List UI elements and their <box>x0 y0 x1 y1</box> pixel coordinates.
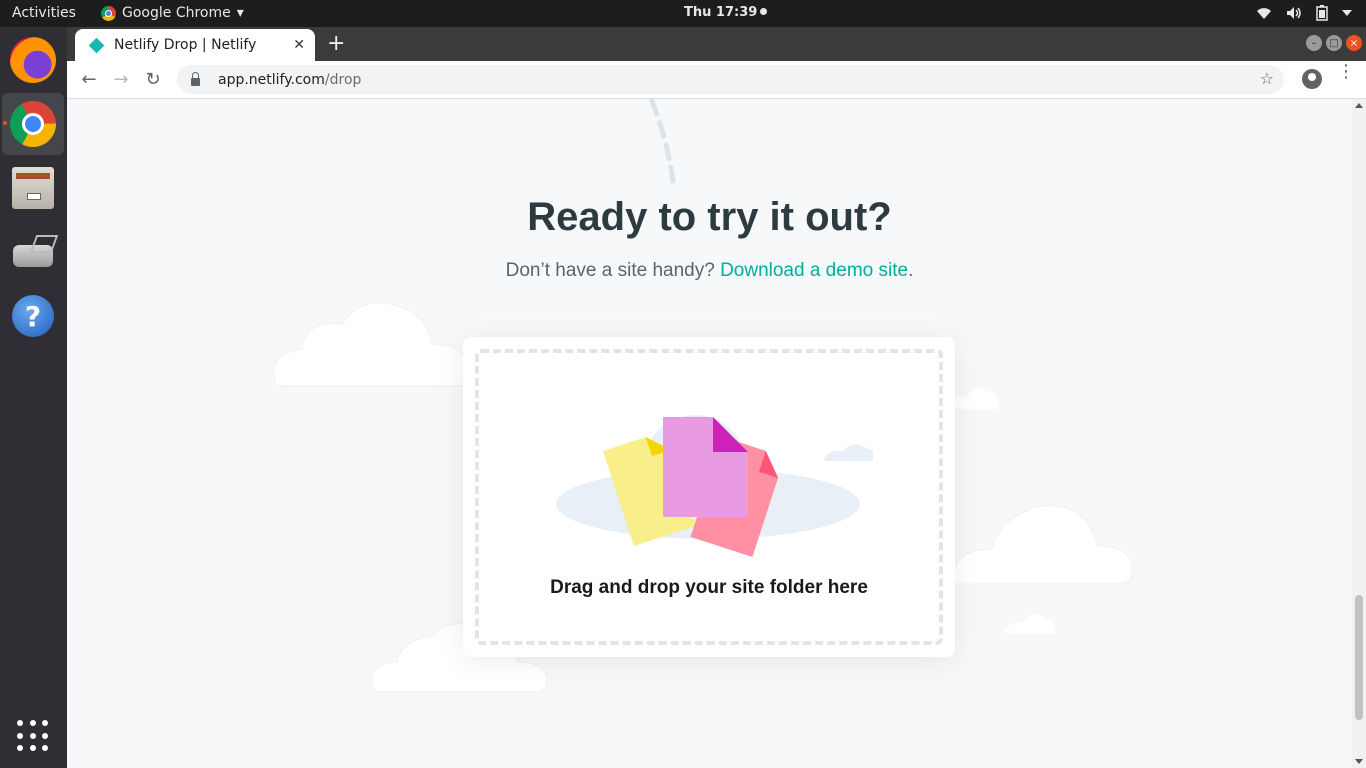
profile-avatar-icon[interactable] <box>1302 69 1322 89</box>
chrome-icon <box>101 5 116 21</box>
netlify-favicon-icon <box>88 37 105 53</box>
tab-title: Netlify Drop | Netlify <box>114 37 257 53</box>
window-controls: – □ × <box>1306 35 1362 51</box>
reload-button[interactable]: ↻ <box>141 67 165 91</box>
chrome-window: Netlify Drop | Netlify ✕ + – □ × ← → ↻ a… <box>67 27 1366 768</box>
system-menu-icon <box>1342 10 1352 16</box>
subheading-period: . <box>908 260 914 281</box>
tab-netlify-drop[interactable]: Netlify Drop | Netlify ✕ <box>75 29 315 61</box>
subheading-text: Don’t have a site handy? <box>505 260 721 281</box>
bookmark-star-icon[interactable]: ☆ <box>1260 69 1274 88</box>
lock-icon[interactable] <box>191 71 200 86</box>
system-tray[interactable] <box>1256 5 1352 21</box>
cloud-tiny-right-decoration <box>1003 614 1056 633</box>
url-path: /drop <box>324 71 362 88</box>
close-tab-icon[interactable]: ✕ <box>293 37 305 53</box>
scroll-down-icon[interactable] <box>1355 759 1363 764</box>
app-menu-label: Google Chrome <box>122 5 231 21</box>
scroll-up-icon[interactable] <box>1355 103 1363 108</box>
dock-firefox[interactable] <box>2 29 64 91</box>
chrome-icon <box>10 101 56 147</box>
chrome-menu-button[interactable]: ⋮ <box>1337 63 1355 81</box>
cloud-right-decoration <box>951 505 1133 585</box>
system-top-bar: Activities Google Chrome ▾ Thu 17:39 <box>0 0 1366 27</box>
scanner-icon <box>11 235 55 269</box>
running-indicator <box>3 121 7 125</box>
dock-chrome[interactable] <box>2 93 64 155</box>
volume-icon <box>1287 7 1301 19</box>
clock-label: Thu 17:39 <box>684 5 758 20</box>
notification-dot-icon <box>760 8 768 15</box>
files-illustration-icon <box>556 415 873 557</box>
address-bar[interactable]: app.netlify.com/drop ☆ <box>177 65 1284 94</box>
help-icon: ? <box>12 295 54 337</box>
cloud-left-decoration <box>273 302 473 387</box>
forward-button[interactable]: → <box>109 67 133 91</box>
dock-scanner[interactable] <box>2 221 64 283</box>
firefox-icon <box>10 37 56 83</box>
tab-strip: Netlify Drop | Netlify ✕ + – □ × <box>67 27 1366 61</box>
scrollbar-thumb[interactable] <box>1355 595 1363 720</box>
dock-files[interactable] <box>2 157 64 219</box>
subheading: Don’t have a site handy? Download a demo… <box>67 260 1352 282</box>
dock: ? <box>0 27 67 768</box>
maximize-button[interactable]: □ <box>1326 35 1342 51</box>
url-host: app.netlify.com <box>218 71 325 88</box>
page-heading: Ready to try it out? <box>527 195 892 239</box>
dock-help[interactable]: ? <box>2 285 64 347</box>
download-demo-site-link[interactable]: Download a demo site <box>720 260 908 281</box>
close-window-button[interactable]: × <box>1346 35 1362 51</box>
files-icon <box>12 167 54 209</box>
clock[interactable]: Thu 17:39 <box>684 5 768 20</box>
back-button[interactable]: ← <box>77 67 101 91</box>
cloud-small-right-decoration <box>950 388 999 409</box>
dashed-trail-decoration <box>649 99 676 184</box>
app-menu[interactable]: Google Chrome ▾ <box>101 5 244 21</box>
drop-zone[interactable]: Drag and drop your site folder here <box>475 349 943 645</box>
show-applications-icon[interactable] <box>17 720 49 752</box>
wifi-icon <box>1257 8 1271 19</box>
chevron-down-icon: ▾ <box>236 5 244 21</box>
new-tab-button[interactable]: + <box>327 31 345 56</box>
battery-icon <box>1316 5 1328 21</box>
page-scrollbar[interactable] <box>1352 99 1366 768</box>
drop-card: Drag and drop your site folder here <box>463 337 955 657</box>
browser-toolbar: ← → ↻ app.netlify.com/drop ☆ ⋮ <box>67 61 1366 99</box>
page-viewport: Ready to try it out? Don’t have a site h… <box>67 99 1352 768</box>
activities-button[interactable]: Activities <box>12 5 76 21</box>
drop-zone-label: Drag and drop your site folder here <box>550 577 868 598</box>
minimize-button[interactable]: – <box>1306 35 1322 51</box>
